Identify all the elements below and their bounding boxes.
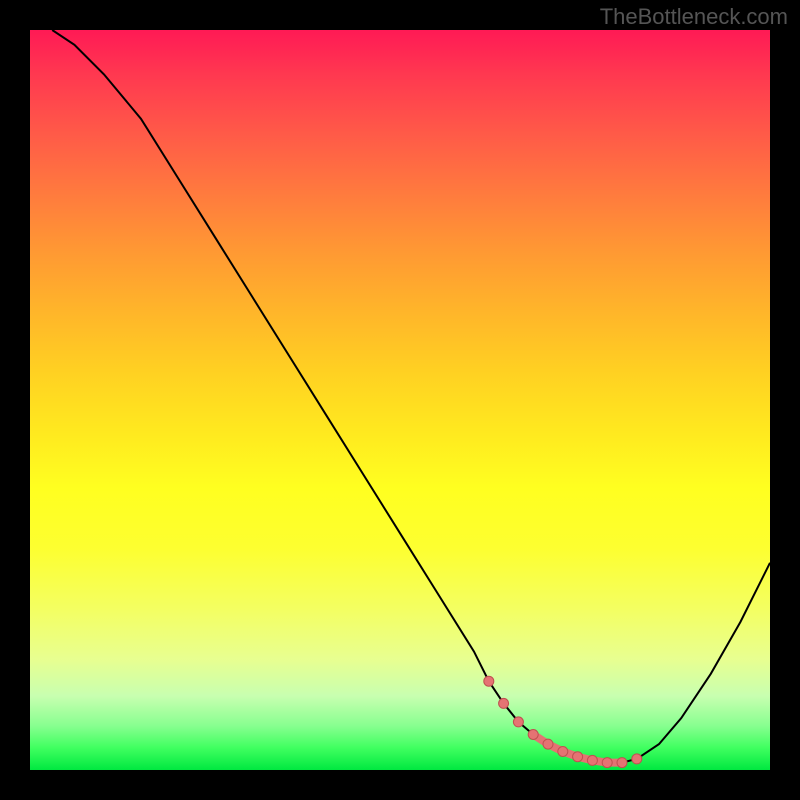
chart-svg [30,30,770,770]
chart-plot-area [30,30,770,770]
bottleneck-curve [52,30,770,763]
watermark-text: TheBottleneck.com [600,4,788,30]
optimal-range-markers [484,676,642,767]
